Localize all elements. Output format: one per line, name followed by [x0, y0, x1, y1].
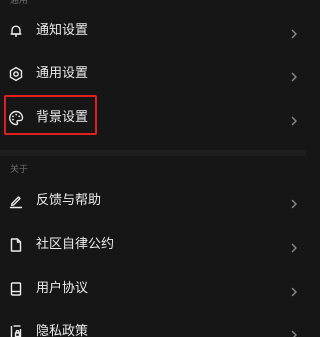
settings-item-general[interactable]: 通用设置 — [0, 56, 306, 92]
highlight-box — [4, 95, 97, 135]
chevron-right-icon — [290, 283, 298, 297]
privacy-icon — [8, 324, 24, 337]
section-label-about: 关于 — [10, 165, 29, 175]
pen-icon — [8, 193, 24, 209]
chevron-right-icon — [290, 68, 298, 82]
gear-icon — [8, 66, 24, 82]
section-divider — [0, 150, 306, 156]
chevron-right-icon — [290, 239, 298, 253]
section-label-general: 通用 — [10, 0, 29, 6]
settings-item-community-convention[interactable]: 社区自律公约 — [0, 227, 306, 263]
settings-item-privacy-policy[interactable]: 隐私政策 — [0, 314, 306, 337]
chevron-right-icon — [290, 326, 298, 337]
settings-item-label: 隐私政策 — [36, 324, 89, 337]
agreement-icon — [8, 281, 24, 297]
chevron-right-icon — [290, 195, 298, 209]
settings-screen: 通用 通知设置 通用设置 背景设置 关于 反馈与帮助 社区自律公约 用户协议 隐… — [0, 0, 306, 337]
chevron-right-icon — [290, 25, 298, 39]
settings-item-label: 通用设置 — [36, 66, 89, 81]
chevron-right-icon — [290, 112, 298, 126]
settings-item-label: 社区自律公约 — [36, 237, 115, 252]
settings-item-label: 用户协议 — [36, 281, 89, 296]
settings-item-label: 通知设置 — [36, 23, 89, 38]
bell-icon — [8, 23, 24, 39]
settings-item-user-agreement[interactable]: 用户协议 — [0, 271, 306, 307]
settings-item-label: 反馈与帮助 — [36, 193, 102, 208]
settings-item-notification[interactable]: 通知设置 — [0, 13, 306, 49]
document-icon — [8, 237, 24, 253]
settings-item-feedback[interactable]: 反馈与帮助 — [0, 183, 306, 219]
